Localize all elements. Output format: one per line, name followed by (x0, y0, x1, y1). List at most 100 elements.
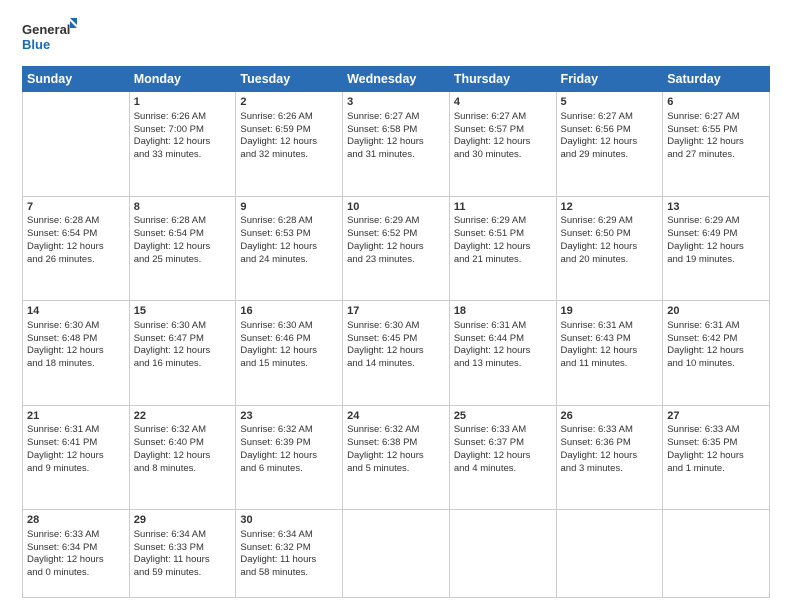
day-info-line: and 18 minutes. (27, 358, 95, 369)
day-info-line: Daylight: 12 hours (667, 136, 744, 147)
day-info-line: Sunset: 6:41 PM (27, 437, 97, 448)
weekday-header-cell: Thursday (449, 67, 556, 92)
day-number: 23 (240, 409, 338, 424)
day-info-line: Sunset: 6:50 PM (561, 228, 631, 239)
day-info-line: Sunset: 6:53 PM (240, 228, 310, 239)
day-info-line: Daylight: 12 hours (561, 241, 638, 252)
day-info-line: Daylight: 12 hours (454, 345, 531, 356)
day-info-line: Sunset: 6:37 PM (454, 437, 524, 448)
day-info-line: Sunrise: 6:31 AM (667, 320, 739, 331)
day-info-line: Daylight: 12 hours (240, 345, 317, 356)
day-info-line: Sunrise: 6:31 AM (561, 320, 633, 331)
logo: General Blue (22, 18, 77, 56)
calendar-cell: 27Sunrise: 6:33 AMSunset: 6:35 PMDayligh… (663, 405, 770, 510)
day-info-line: Daylight: 12 hours (134, 450, 211, 461)
day-info-line: Daylight: 12 hours (454, 136, 531, 147)
calendar-cell: 28Sunrise: 6:33 AMSunset: 6:34 PMDayligh… (23, 510, 130, 598)
day-number: 12 (561, 200, 659, 215)
calendar-cell: 14Sunrise: 6:30 AMSunset: 6:48 PMDayligh… (23, 301, 130, 406)
day-info-line: Sunrise: 6:33 AM (27, 529, 99, 540)
day-info-line: Daylight: 12 hours (347, 345, 424, 356)
day-info-line: and 33 minutes. (134, 149, 202, 160)
day-info-line: Sunrise: 6:29 AM (454, 215, 526, 226)
day-info-line: Sunset: 6:45 PM (347, 333, 417, 344)
calendar-cell (663, 510, 770, 598)
day-info-line: and 0 minutes. (27, 567, 89, 578)
day-info-line: Daylight: 12 hours (667, 345, 744, 356)
day-info-line: and 11 minutes. (561, 358, 628, 369)
day-info-line: Daylight: 12 hours (347, 241, 424, 252)
day-number: 6 (667, 95, 765, 110)
day-info-line: Sunrise: 6:30 AM (240, 320, 312, 331)
calendar-cell: 3Sunrise: 6:27 AMSunset: 6:58 PMDaylight… (343, 92, 450, 197)
day-info-line: and 32 minutes. (240, 149, 308, 160)
day-number: 21 (27, 409, 125, 424)
day-info-line: Daylight: 12 hours (561, 345, 638, 356)
day-info-line: and 10 minutes. (667, 358, 735, 369)
day-number: 16 (240, 304, 338, 319)
calendar-week-row: 1 Sunrise: 6:26 AM Sunset: 7:00 PM Daylight… (23, 92, 770, 197)
calendar-cell: 11Sunrise: 6:29 AMSunset: 6:51 PMDayligh… (449, 196, 556, 301)
day-info-line: and 4 minutes. (454, 463, 516, 474)
calendar-week-row: 14 Sunrise: 6:30 AM Sunset: 6:48 PM Dayligh… (23, 301, 770, 406)
page: General Blue SundayMondayTuesdayWednesda… (0, 0, 792, 612)
day-number: 24 (347, 409, 445, 424)
calendar-cell: 16Sunrise: 6:30 AM Sunset: 6:46 PMDayligh… (236, 301, 343, 406)
calendar-cell (556, 510, 663, 598)
day-info-line: Sunrise: 6:28 AM (240, 215, 312, 226)
day-number: 1 (134, 95, 232, 110)
day-info-line: and 19 minutes. (667, 254, 735, 265)
day-info-line: and 29 minutes. (561, 149, 629, 160)
day-info-line: and 58 minutes. (240, 567, 308, 578)
calendar-cell: 9Sunrise: 6:28 AMSunset: 6:53 PMDaylight… (236, 196, 343, 301)
day-info-line: Sunset: 6:48 PM (27, 333, 97, 344)
day-info-line: and 13 minutes. (454, 358, 522, 369)
day-info-line: Sunrise: 6:33 AM (561, 424, 633, 435)
day-info-line: Sunset: 6:35 PM (667, 437, 737, 448)
day-info-line: Sunset: 6:52 PM (347, 228, 417, 239)
day-info-line: and 8 minutes. (134, 463, 196, 474)
day-number: 14 (27, 304, 125, 319)
calendar-cell (449, 510, 556, 598)
day-info-line: Daylight: 12 hours (240, 136, 317, 147)
day-info-line: Daylight: 12 hours (240, 241, 317, 252)
day-info-line: Daylight: 11 hours (240, 554, 316, 565)
day-info-line: Daylight: 12 hours (134, 345, 211, 356)
day-info-line: Sunrise: 6:26 AM (240, 111, 312, 122)
day-info-line: and 59 minutes. (134, 567, 202, 578)
calendar-cell: 22Sunrise: 6:32 AMSunset: 6:40 PMDayligh… (129, 405, 236, 510)
svg-text:General: General (22, 22, 70, 37)
day-info-line: Sunrise: 6:32 AM (134, 424, 206, 435)
day-number: 25 (454, 409, 552, 424)
calendar-cell: 26Sunrise: 6:33 AMSunset: 6:36 PMDayligh… (556, 405, 663, 510)
day-number: 30 (240, 513, 338, 528)
day-number: 29 (134, 513, 232, 528)
day-info-line: Sunset: 6:43 PM (561, 333, 631, 344)
day-info-line: Sunset: 6:46 PM (240, 333, 310, 344)
day-info-line: Sunrise: 6:34 AM (240, 529, 312, 540)
calendar-cell: 20Sunrise: 6:31 AMSunset: 6:42 PMDayligh… (663, 301, 770, 406)
day-number: 8 (134, 200, 232, 215)
day-info-line: and 14 minutes. (347, 358, 415, 369)
day-info-line: and 24 minutes. (240, 254, 308, 265)
calendar-cell (23, 92, 130, 197)
calendar-cell: 17Sunrise: 6:30 AMSunset: 6:45 PMDayligh… (343, 301, 450, 406)
day-number: 3 (347, 95, 445, 110)
day-info-line: and 26 minutes. (27, 254, 95, 265)
logo-svg: General Blue (22, 18, 77, 56)
day-info-line: Sunrise: 6:30 AM (134, 320, 206, 331)
day-info-line: and 1 minute. (667, 463, 725, 474)
day-info-line: Sunset: 6:54 PM (27, 228, 97, 239)
day-info-line: Sunrise: 6:27 AM (667, 111, 739, 122)
day-info-line: Sunset: 6:33 PM (134, 542, 204, 553)
day-info-line: and 9 minutes. (27, 463, 89, 474)
day-info-line: Sunset: 6:42 PM (667, 333, 737, 344)
day-info-line: Sunset: 7:00 PM (134, 124, 204, 135)
calendar-cell: 12Sunrise: 6:29 AMSunset: 6:50 PMDayligh… (556, 196, 663, 301)
day-info-line: Daylight: 11 hours (134, 554, 210, 565)
day-info-line: Daylight: 12 hours (240, 450, 317, 461)
day-info-line: Sunrise: 6:31 AM (454, 320, 526, 331)
day-info-line: Sunset: 6:54 PM (134, 228, 204, 239)
day-info-line: Sunset: 6:49 PM (667, 228, 737, 239)
calendar-cell: 4Sunrise: 6:27 AMSunset: 6:57 PMDaylight… (449, 92, 556, 197)
